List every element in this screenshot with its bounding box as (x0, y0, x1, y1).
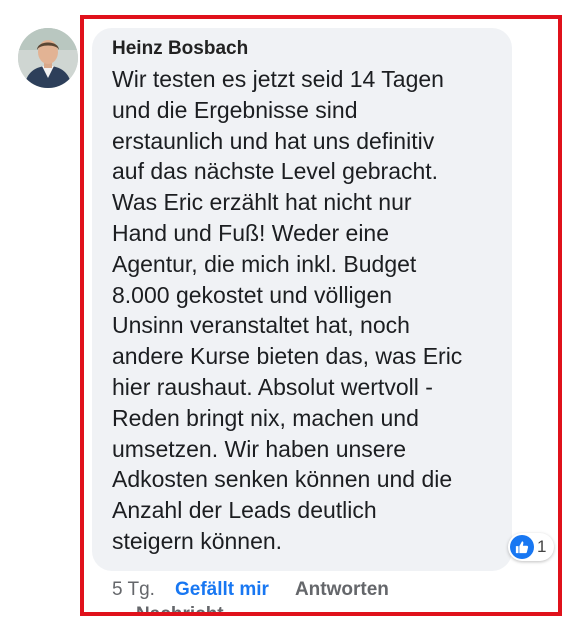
comment-text-line: steigern können. (112, 527, 283, 554)
comment-text-line: Wir testen es jetzt seid 14 Tagen (112, 66, 444, 92)
comment-text: Wir testen es jetzt seid 14 Tagen und di… (112, 64, 508, 557)
comment-text-line: Unsinn veranstaltet hat, noch (112, 312, 410, 339)
comment-text-line: auf das nächste Level gebracht. (112, 158, 439, 185)
comment-text-line: Was Eric erzählt hat nicht nur (112, 189, 412, 216)
comment-text-line: erstaunlich und hat uns definitiv (112, 127, 435, 154)
reaction-badge[interactable]: 1 (508, 533, 555, 561)
comment-timestamp[interactable]: 5 Tg. (112, 579, 155, 600)
avatar-photo (18, 28, 78, 88)
reaction-count: 1 (537, 537, 547, 556)
comment-author-name[interactable]: Heinz Bosbach (112, 38, 248, 60)
comment-text-line: andere Kurse bieten das, was Eric (112, 343, 463, 370)
comment-text-line: umsetzen. Wir haben unsere (112, 435, 407, 462)
like-button[interactable]: Gefällt mir (175, 579, 269, 600)
comment-text-line: Hand und Fuß! Weder eine (112, 219, 390, 246)
comment-text-line: Reden bringt nix, machen und (112, 404, 419, 431)
comment-text-line: hier raushaut. Absolut wertvoll - (112, 373, 433, 400)
comment-text-line: Agentur, die mich inkl. Budget (112, 250, 417, 277)
comment-text-line: Adkosten senken können und die (112, 466, 453, 493)
thumbs-up-icon (510, 535, 534, 559)
comment-text-line: Anzahl der Leads deutlich (112, 497, 377, 524)
comment-text-line: 8.000 gekostet und völligen (112, 281, 393, 308)
reply-button[interactable]: Antworten (295, 579, 389, 600)
comment-text-line: und die Ergebnisse sind (112, 96, 358, 123)
cutoff-message-label: Nachricht (136, 604, 224, 616)
comment-actions: 5 Tg. Gefällt mir Antworten (112, 579, 389, 601)
author-avatar[interactable] (18, 28, 78, 88)
